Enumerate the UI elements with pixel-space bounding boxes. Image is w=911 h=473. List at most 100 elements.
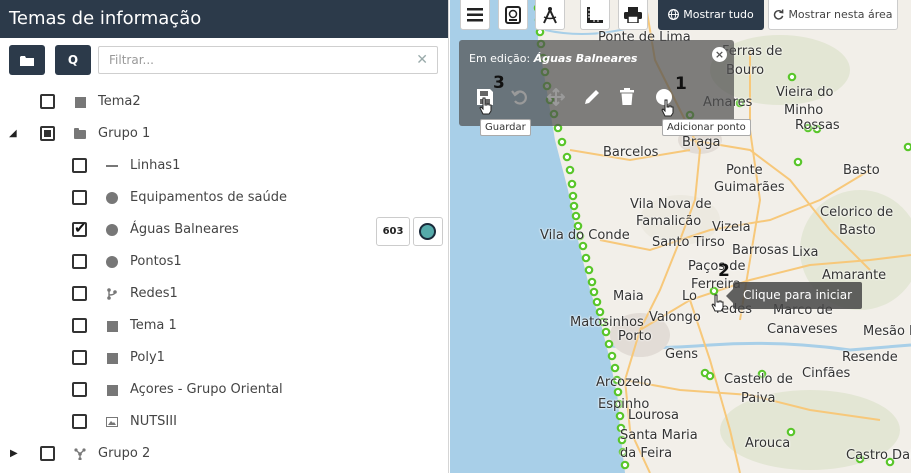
menu-button[interactable] [460,0,490,30]
filter-field: ✕ [98,46,438,74]
map-label: Barcelos [603,145,659,160]
show-all-label: Mostrar tudo [683,8,754,21]
tree-item-tema2: Tema2 [0,86,449,118]
map-label: Lixa [792,245,819,260]
group-checkbox[interactable] [40,446,55,461]
map-label: Vila Nova de [630,197,712,212]
layer-checkbox[interactable] [72,158,87,173]
tree-item-label: Açores - Grupo Oriental [130,382,283,397]
layer-checkbox[interactable] [72,219,87,237]
layer-checkbox[interactable] [72,318,87,333]
map-label: Porto [618,329,652,344]
hand-cursor-icon [479,97,492,115]
tree-item-label: Grupo 1 [98,126,151,141]
tree-item-linhas1: Linhas1 [0,150,449,182]
collapse-caret-icon[interactable]: ◢ [9,128,17,139]
layer-checkbox[interactable] [72,350,87,365]
step-2-marker: 2 [718,261,730,281]
map-label: Castro Dai [846,448,911,463]
delete-button[interactable] [619,88,639,108]
map-label: Vila do Conde [540,228,630,243]
expand-caret-icon[interactable]: ▶ [10,448,18,459]
basemap-button[interactable] [498,0,528,30]
tree-item-nutsiii: NUTSIII [0,406,449,438]
edit-prefix: Em edição: [469,52,531,65]
globe-icon [668,9,680,20]
map-label: Lourosa [628,408,679,423]
tree-item-aguas-balneares: Águas Balneares 603 [0,214,449,246]
network-icon [74,448,86,460]
map-label: Guimarães [714,180,785,195]
layer-style-button[interactable] [413,217,443,246]
layer-checkbox[interactable] [40,94,55,109]
tree-item-poly1: Poly1 [0,342,449,374]
map-label: Paiva [741,391,776,406]
show-in-area-label: Mostrar nesta área [788,8,893,21]
ruler-button[interactable] [580,0,610,30]
square-icon [74,96,86,108]
map-label: Matosinhos [570,315,644,330]
trash-icon [620,88,634,105]
move-button[interactable] [546,87,567,108]
network-icon [106,288,118,300]
square-icon [106,384,118,396]
layer-checkbox[interactable] [72,190,87,205]
edit-panel-title: Em edição: Águas Balneares [469,52,637,65]
sidebar-title: Temas de informação [0,0,448,38]
folder-icon [20,55,34,66]
step-1-marker: 1 [675,74,687,94]
map-label: da Feira [620,446,673,461]
tree-item-label: Águas Balneares [130,222,239,237]
map-label: Basto [839,223,876,238]
print-button[interactable] [618,0,648,30]
tree-item-grupo-2: ▶ Grupo 2 [0,438,449,470]
filter-input[interactable] [99,47,437,73]
map-label: Ponte [726,163,763,178]
step-3-marker: 3 [493,73,505,93]
tree-item-tema-1: Tema 1 [0,310,449,342]
group-checkbox[interactable] [40,126,55,141]
ruler-icon [587,6,603,23]
query-button[interactable]: Q [55,45,91,75]
save-tooltip: Guardar [480,119,531,136]
edit-layer-name: Águas Balneares [533,52,638,65]
undo-icon [511,90,527,105]
tree-item-pontos1: Pontos1 [0,246,449,278]
map-label: Arcozelo [596,375,652,390]
show-all-button[interactable]: Mostrar tudo [658,0,764,30]
tree-item-label: Linhas1 [130,158,181,173]
map-label: Basto [843,163,880,178]
click-to-start-tooltip: Clique para iniciar [725,282,863,309]
feature-count-badge[interactable]: 603 [376,217,410,246]
map-label: Famalicão [636,214,702,229]
map-label: Maia [613,289,644,304]
undo-button[interactable] [511,88,531,108]
map-label: Amarante [822,268,887,283]
tree-item-equipamentos-de-saude: Equipamentos de saúde [0,182,449,214]
edit-button[interactable] [583,88,603,108]
hand-cursor-icon [661,99,674,117]
printer-icon [624,6,642,23]
clear-filter-icon[interactable]: ✕ [416,52,428,68]
square-icon [106,320,118,332]
map-label: Resende [842,350,898,365]
tree-item-grupo-1: ◢ Grupo 1 [0,118,449,150]
tree-item-label: NUTSIII [130,414,177,429]
show-in-area-button[interactable]: Mostrar nesta área [768,0,898,30]
layer-checkbox[interactable] [72,414,87,429]
refresh-icon [774,9,784,20]
add-point-tooltip: Adicionar ponto [662,119,751,136]
map-view[interactable]: Ponte de Lima Ferras de Bouro Amares Vie… [450,0,911,473]
tree-item-label: Pontos1 [130,254,182,269]
layer-checkbox[interactable] [72,254,87,269]
map-label: Santa Maria [620,428,698,443]
open-folder-button[interactable] [9,45,45,75]
tree-item-label: Equipamentos de saúde [130,190,288,205]
layer-checkbox[interactable] [72,382,87,397]
circle-icon [106,256,118,268]
map-label: Barrosas [732,243,789,258]
measure-button[interactable] [535,0,565,30]
globe-book-icon [505,5,521,24]
close-icon[interactable]: × [712,47,727,62]
layer-checkbox[interactable] [72,286,87,301]
